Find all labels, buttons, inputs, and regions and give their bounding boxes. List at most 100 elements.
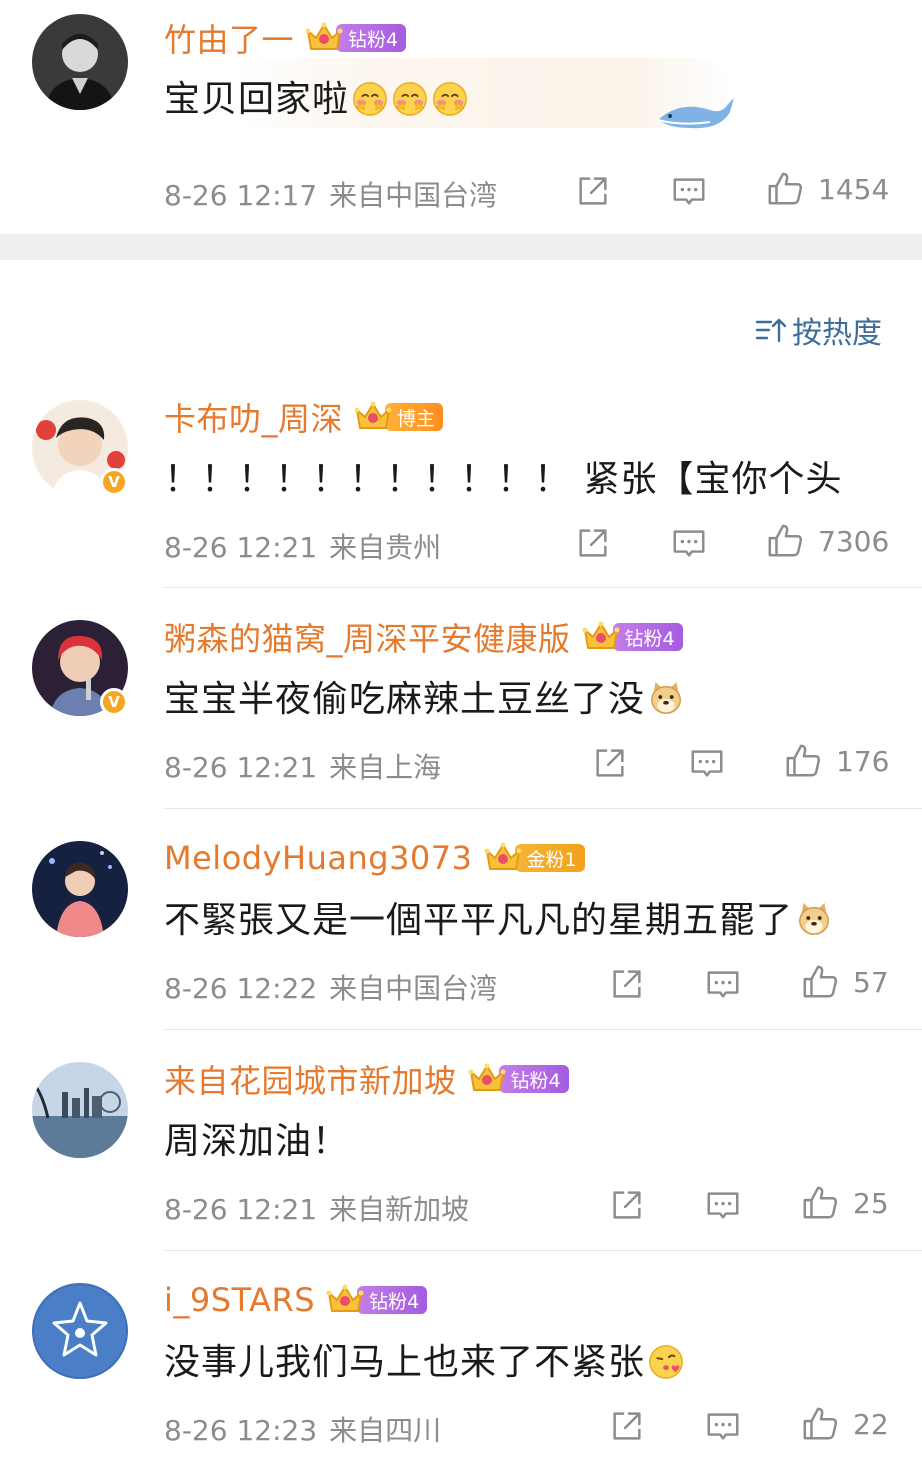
bashful-emoji-icon <box>431 79 469 117</box>
sort-toggle[interactable]: 按热度 <box>754 308 882 352</box>
comment-icon <box>704 1407 742 1445</box>
username[interactable]: MelodyHuang3073 <box>164 839 473 877</box>
share-icon <box>608 1186 646 1224</box>
comment-location: 来自四川 <box>329 1414 442 1447</box>
name-row: 卡布叻_周深 博主 <box>164 394 444 440</box>
like-count: 25 <box>853 1186 889 1220</box>
comment-text-content: 宝宝半夜偷吃麻辣土豆丝了没 <box>164 679 646 720</box>
comment-time: 8-26 12:21 <box>164 1193 318 1226</box>
kiss-emoji-icon <box>647 1342 685 1380</box>
crown-icon <box>353 400 393 434</box>
fan-badge-label: 钻粉4 <box>498 1065 569 1093</box>
verified-badge-icon: V <box>100 468 128 496</box>
comment-time: 8-26 12:21 <box>164 531 318 564</box>
reply-button[interactable] <box>704 1186 742 1224</box>
avatar[interactable] <box>32 841 128 937</box>
sort-icon <box>755 318 787 343</box>
whale-icon <box>657 98 734 129</box>
comment-text-content: 周深加油！ <box>164 1121 350 1162</box>
comment-text: 宝贝回家啦 <box>164 70 469 122</box>
comment-card: V 卡布叻_周深 博主 ！！！！！！！！！！！ 紧张【宝你个头 8-26 12:… <box>0 380 922 586</box>
share-icon <box>591 744 629 782</box>
username[interactable]: 卡布叻_周深 <box>164 394 343 440</box>
comment-text: 不緊張又是一個平平凡凡的星期五罷了 <box>164 891 833 943</box>
like-button[interactable]: 7306 <box>766 522 889 560</box>
fan-badge[interactable]: 钻粉4 <box>581 622 683 652</box>
like-button[interactable]: 57 <box>801 963 889 1001</box>
like-button[interactable]: 25 <box>801 1184 889 1222</box>
comment-location: 来自中国台湾 <box>329 179 498 212</box>
comment-card: 来自花园城市新加坡 钻粉4 周深加油！ 8-26 12:21 来自新加坡 25 <box>0 1042 922 1248</box>
fan-badge-label: 钻粉4 <box>357 1286 428 1314</box>
comment-icon <box>670 172 708 210</box>
crown-icon <box>581 620 621 654</box>
comment-card: V 粥森的猫窝_周深平安健康版 钻粉4 宝宝半夜偷吃麻辣土豆丝了没 8-26 1… <box>0 600 922 806</box>
comment-meta: 8-26 12:23 来自四川 <box>164 1409 441 1449</box>
share-button[interactable] <box>608 1407 646 1445</box>
username[interactable]: 竹由了一 <box>164 15 294 61</box>
fan-badge-label: 博主 <box>385 403 444 431</box>
comment-divider <box>164 587 922 588</box>
comment-time: 8-26 12:22 <box>164 972 318 1005</box>
share-button[interactable] <box>591 744 629 782</box>
reply-button[interactable] <box>704 965 742 1003</box>
like-count: 22 <box>853 1407 889 1441</box>
like-count: 176 <box>836 744 890 778</box>
comment-meta: 8-26 12:21 来自上海 <box>164 746 441 786</box>
like-button[interactable]: 176 <box>784 742 889 780</box>
comment-meta: 8-26 12:21 来自贵州 <box>164 526 441 566</box>
comment-text: 没事儿我们马上也来了不紧张 <box>164 1333 685 1385</box>
reply-button[interactable] <box>670 524 708 562</box>
comment-text-content: 宝贝回家啦 <box>164 79 350 120</box>
avatar-image <box>32 841 128 937</box>
comment-icon <box>704 1186 742 1224</box>
crown-icon <box>325 1283 365 1317</box>
thumbs-up-icon <box>801 1184 839 1222</box>
comment-text-content: 没事儿我们马上也来了不紧张 <box>164 1342 646 1383</box>
fan-badge[interactable]: 钻粉4 <box>304 23 407 53</box>
verified-badge-icon: V <box>100 688 128 716</box>
name-row: MelodyHuang3073 金粉1 <box>164 836 585 880</box>
username[interactable]: 来自花园城市新加坡 <box>164 1056 457 1102</box>
thumbs-up-icon <box>801 963 839 1001</box>
comment-icon <box>670 524 708 562</box>
reply-button[interactable] <box>704 1407 742 1445</box>
share-button[interactable] <box>574 172 612 210</box>
comment-card: MelodyHuang3073 金粉1 不緊張又是一個平平凡凡的星期五罷了 8-… <box>0 821 922 1027</box>
like-button[interactable]: 1454 <box>766 170 889 208</box>
comment-text: ！！！！！！！！！！！ 紧张【宝你个头 <box>164 450 842 502</box>
share-button[interactable] <box>608 1186 646 1224</box>
avatar[interactable] <box>32 14 128 110</box>
name-row: 竹由了一 钻粉4 <box>164 15 407 61</box>
share-icon <box>574 172 612 210</box>
sort-label: 按热度 <box>792 316 882 351</box>
doge-emoji-icon <box>647 679 685 717</box>
comment-location: 来自上海 <box>329 751 442 784</box>
fan-badge[interactable]: 金粉1 <box>483 843 585 873</box>
share-button[interactable] <box>608 965 646 1003</box>
comment-location: 来自新加坡 <box>329 1193 470 1226</box>
comment-time: 8-26 12:17 <box>164 179 318 212</box>
fan-badge[interactable]: 博主 <box>353 400 444 434</box>
like-button[interactable]: 22 <box>801 1405 889 1443</box>
username[interactable]: 粥森的猫窝_周深平安健康版 <box>164 614 571 660</box>
doge-emoji-icon <box>795 900 833 938</box>
avatar[interactable] <box>32 1062 128 1158</box>
comment-text-content: 不緊張又是一個平平凡凡的星期五罷了 <box>164 900 794 941</box>
name-row: 来自花园城市新加坡 钻粉4 <box>164 1057 569 1101</box>
fan-badge[interactable]: 钻粉4 <box>467 1064 569 1094</box>
fan-badge[interactable]: 钻粉4 <box>325 1283 428 1317</box>
avatar[interactable] <box>32 1283 128 1379</box>
bashful-emoji-icon <box>351 79 389 117</box>
comment-card: i_9STARS 钻粉4 没事儿我们马上也来了不紧张 8-26 12:23 来自四… <box>0 1263 922 1458</box>
reply-button[interactable] <box>688 744 726 782</box>
avatar-image <box>32 1283 128 1379</box>
like-count: 1454 <box>818 172 890 206</box>
reply-button[interactable] <box>670 172 708 210</box>
share-button[interactable] <box>574 524 612 562</box>
fan-badge-label: 钻粉4 <box>336 24 407 52</box>
username[interactable]: i_9STARS <box>164 1281 315 1319</box>
comment-text: 宝宝半夜偷吃麻辣土豆丝了没 <box>164 670 685 722</box>
crown-icon <box>467 1062 507 1096</box>
comment-card: 竹由了一 钻粉4 宝贝回家啦 8-26 12:17 来自中国台湾 1454 <box>0 0 922 234</box>
